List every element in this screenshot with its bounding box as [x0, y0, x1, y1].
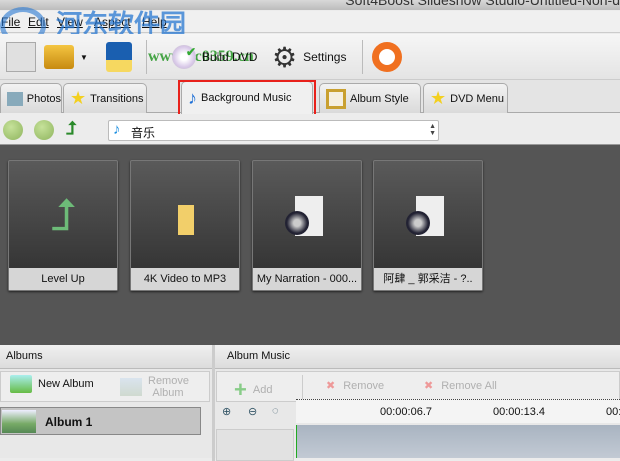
window-title: Soft4Boost Slideshow Studio-Untitled-Non…	[345, 0, 620, 8]
plus-icon: +	[234, 377, 247, 402]
remove-image-icon	[120, 378, 142, 396]
forward-button[interactable]	[34, 120, 54, 140]
audio-file-icon	[404, 191, 454, 251]
audio-file-icon	[283, 191, 333, 251]
back-button[interactable]	[3, 120, 23, 140]
tab-photos[interactable]: Photos	[0, 83, 62, 113]
menu-help[interactable]: Help	[142, 15, 167, 29]
spinner-arrows-icon: ▲ ▼	[429, 123, 436, 137]
settings-button[interactable]: ⚙ Settings	[272, 38, 346, 76]
remove-all-icon: ✖	[424, 380, 434, 392]
tab-dvd-menu[interactable]: ★ DVD Menu	[423, 83, 508, 113]
folder-open-icon	[44, 45, 74, 69]
new-album-button[interactable]: New Album	[10, 375, 94, 393]
toolbar: ▼ www.pc0359.cn ✔ Build DVD ⚙ Settings	[0, 34, 620, 80]
remove-album-button[interactable]: Remove Album	[120, 375, 189, 399]
menu-view[interactable]: View	[57, 15, 83, 29]
dvd-star-icon: ★	[430, 88, 447, 108]
path-select[interactable]: ♪ 音乐 ▲ ▼	[108, 120, 439, 141]
lifebuoy-icon	[372, 42, 402, 72]
music-track[interactable]	[296, 425, 620, 458]
albums-header: Albums	[0, 345, 212, 369]
menu-file[interactable]: File	[1, 15, 20, 29]
dvd-check-icon: ✔	[172, 45, 196, 69]
file-tile[interactable]: 4K Video to MP3	[130, 160, 240, 291]
up-folder-button[interactable]: ⮥	[66, 118, 77, 139]
star-icon: ★	[70, 88, 87, 108]
level-up-icon: ⮥	[51, 191, 77, 240]
remove-all-music-button[interactable]: ✖ Remove All	[424, 379, 497, 393]
new-project-button[interactable]	[6, 38, 36, 76]
file-tile[interactable]: My Narration - 000...	[252, 160, 362, 291]
help-button[interactable]	[372, 38, 402, 76]
music-note-icon: ♪	[113, 121, 121, 138]
menu-aspect[interactable]: Aspect	[94, 15, 131, 29]
title-bar: Soft4Boost Slideshow Studio-Untitled-Non…	[0, 0, 620, 10]
folder-icon	[161, 191, 211, 251]
build-dvd-button[interactable]: ✔ Build DVD	[172, 38, 257, 76]
timeline-ruler[interactable]: 00:00:06.7 00:00:13.4 00:	[296, 399, 620, 423]
tab-transitions[interactable]: ★ Transitions	[63, 83, 147, 113]
gear-icon: ⚙	[272, 41, 298, 73]
menu-bar: File Edit View Aspect Help	[0, 11, 620, 33]
tab-album-style[interactable]: Album Style	[319, 83, 421, 113]
remove-music-button[interactable]: ✖ Remove	[326, 379, 384, 393]
file-tile[interactable]: ⮥ Level Up	[8, 160, 118, 291]
navigation-bar: ⮥ ♪ 音乐 ▲ ▼	[0, 114, 620, 145]
document-icon	[6, 42, 36, 72]
zoom-fit-icon[interactable]: ◌	[272, 405, 279, 417]
file-browser: ⮥ Level Up 4K Video to MP3 My Narration -…	[0, 145, 620, 342]
remove-file-icon: ✖	[326, 380, 336, 392]
photos-icon	[7, 91, 23, 106]
zoom-out-icon[interactable]: ⊖	[248, 405, 257, 418]
frame-icon	[326, 88, 346, 109]
album-item[interactable]: Album 1	[0, 407, 201, 435]
save-icon	[106, 42, 132, 72]
add-music-button[interactable]: + Add	[234, 377, 272, 403]
album-thumbnail	[2, 410, 36, 433]
add-image-icon	[10, 375, 32, 393]
file-tile[interactable]: 阿肆 _ 郭采洁 - ?..	[373, 160, 483, 291]
menu-edit[interactable]: Edit	[28, 15, 49, 29]
album-music-header: Album Music	[215, 345, 620, 369]
zoom-in-icon[interactable]: ⊕	[222, 405, 231, 418]
save-button[interactable]	[106, 38, 132, 76]
open-project-button[interactable]: ▼	[44, 38, 88, 76]
